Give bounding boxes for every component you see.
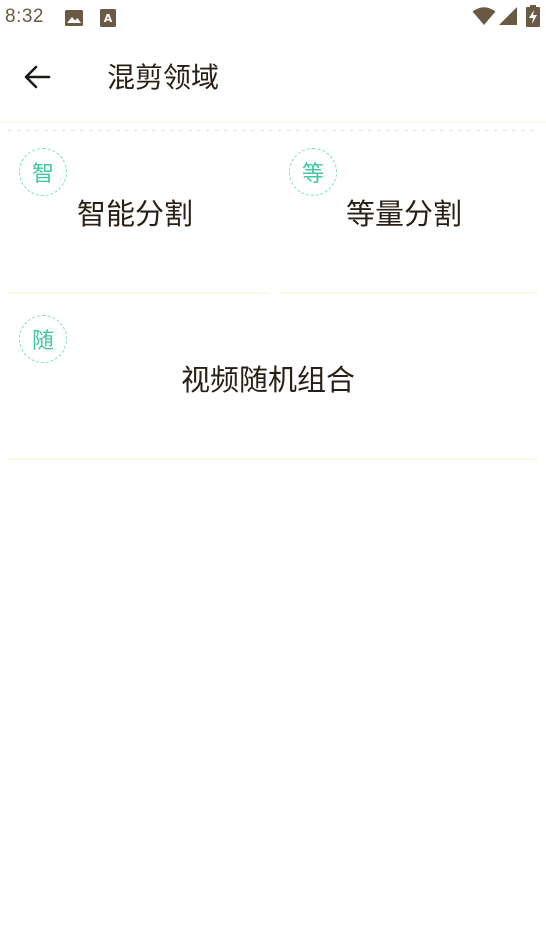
card-divider [8, 292, 270, 294]
app-bar: 混剪领域 [0, 36, 546, 122]
battery-charging-icon [526, 5, 540, 31]
svg-text:A: A [104, 12, 113, 25]
dotted-separator [8, 130, 538, 131]
badge-equal: 等 [289, 148, 337, 196]
status-time: 8:32 [5, 6, 44, 27]
card-smart-split[interactable]: 智 智能分割 [0, 132, 273, 292]
arrow-left-icon [23, 63, 51, 95]
image-icon [64, 8, 84, 32]
card-label-equal-split: 等量分割 [346, 197, 463, 231]
status-bar: 8:32 A [0, 0, 546, 36]
page-title: 混剪领域 [107, 61, 220, 94]
wifi-icon [472, 6, 496, 30]
card-divider [8, 458, 538, 460]
card-random-combine[interactable]: 随 视频随机组合 [0, 296, 546, 458]
back-button[interactable] [14, 56, 60, 102]
card-divider [280, 292, 538, 294]
badge-random: 随 [19, 315, 67, 363]
badge-smart: 智 [19, 148, 67, 196]
card-label-random-combine: 视频随机组合 [181, 363, 356, 397]
app-bar-divider [0, 121, 546, 123]
card-equal-split[interactable]: 等 等量分割 [273, 132, 546, 292]
card-label-smart-split: 智能分割 [77, 197, 194, 231]
signal-icon [498, 6, 518, 30]
text-a-icon: A [99, 8, 117, 32]
